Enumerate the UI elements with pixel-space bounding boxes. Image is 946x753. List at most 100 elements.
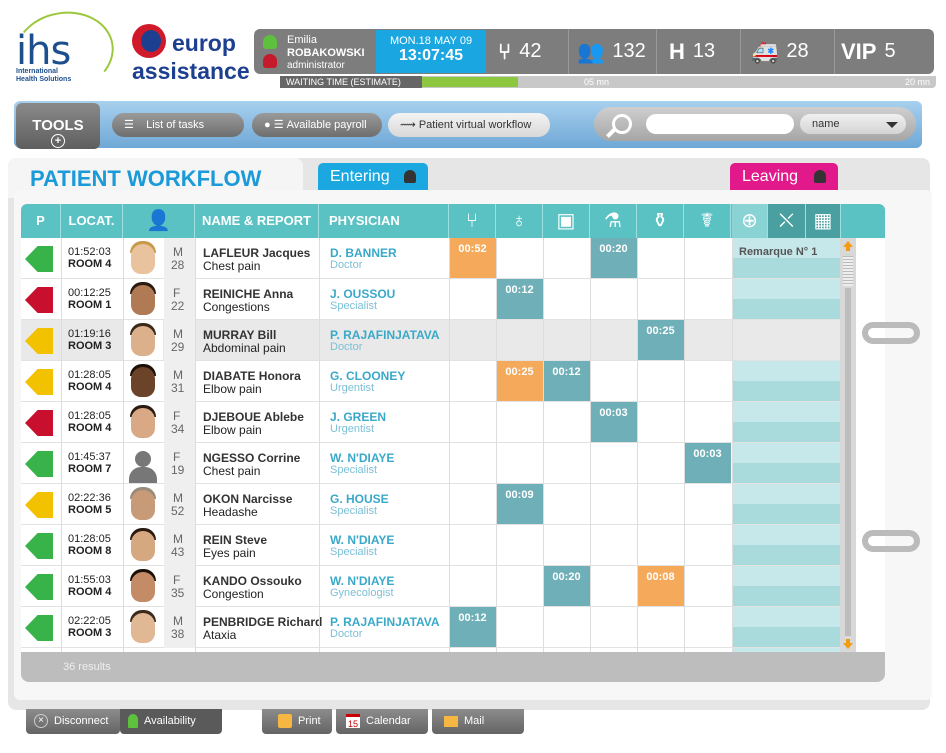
print-button[interactable]: Print [262,709,332,734]
room: ROOM 4 [68,422,112,434]
availability-button[interactable]: Availability [120,709,222,734]
workflow-time-cell[interactable]: 00:20 [543,566,590,606]
first-aid-icon[interactable]: ⊕ [732,204,768,238]
elapsed-time: 01:19:16 [68,328,111,340]
lab-icon[interactable]: ⚱ [637,204,684,238]
waiting-time-max: 20 mn [904,77,930,87]
table-row[interactable]: 01:52:03 ROOM 4 M 28 LAFLEUR Jacques Che… [21,238,841,279]
elapsed-time: 01:28:05 [68,410,111,422]
tools-button[interactable]: TOOLS + [16,103,100,149]
mail-button[interactable]: Mail [432,709,524,734]
stat-ambulance[interactable]: 🚑 28 [740,29,832,74]
disconnect-button[interactable]: × Disconnect [26,709,120,734]
calculator-icon[interactable]: ▦ [806,204,841,238]
column-physician[interactable]: PHYSICIAN [319,204,449,238]
patient-name[interactable]: MURRAY Bill [203,328,276,342]
date-time: MON.18 MAY 09 13:07:45 [376,30,486,73]
table-footer: 36 results [21,652,885,682]
workflow-time-cell[interactable]: 00:03 [684,443,731,483]
physician-name[interactable]: G. HOUSE [330,492,389,506]
stat-hospital[interactable]: H 13 [656,29,738,74]
physician-role: Urgentist [330,423,375,435]
column-priority[interactable]: P [21,204,61,238]
scroll-down-icon[interactable] [843,639,853,649]
stat-vip[interactable]: VIP 5 [834,29,934,74]
patient-name[interactable]: DIABATE Honora [203,369,301,383]
available-payroll-button[interactable]: ● ☰ Available payroll [252,113,382,137]
remark[interactable]: Remarque N° 1 [739,246,817,258]
avatar [123,607,163,647]
stretcher-icon[interactable]: ⛌ [768,204,806,238]
workflow-time-cell[interactable]: 00:20 [590,238,637,278]
physician-name[interactable]: P. RAJAFINJATAVA [330,615,440,629]
physician-name[interactable]: J. OUSSOU [330,287,395,301]
workflow-time-cell[interactable]: 00:52 [449,238,496,278]
user-info[interactable]: Emilia ROBAKOWSKI administrator [259,32,375,72]
column-patient-photo[interactable]: 👤 [123,204,195,238]
physician-name[interactable]: W. N'DIAYE [330,451,394,465]
consultation-icon[interactable]: ⑂ [449,204,496,238]
scrollbar[interactable] [840,238,856,652]
table-row[interactable]: 02:22:36 ROOM 5 M 52 OKON Narcisse Heada… [21,484,841,525]
waiting-time-bar: WAITING TIME (ESTIMATE) 05 mn 20 mn [280,76,936,88]
workflow-time-cell[interactable]: 00:25 [496,361,543,401]
physician-name[interactable]: W. N'DIAYE [330,533,394,547]
calendar-icon: 15 [346,714,360,729]
workflow-time-cell[interactable]: 00:08 [637,566,684,606]
scroll-up-icon[interactable] [843,241,853,251]
physician-name[interactable]: G. CLOONEY [330,369,405,383]
availability-icon [128,714,138,729]
scroll-thumb[interactable] [843,256,853,286]
search-input[interactable] [646,114,794,134]
table-row[interactable]: 01:19:16 ROOM 3 M 29 MURRAY Bill Abdomin… [21,320,841,361]
calendar-button[interactable]: 15 Calendar [336,709,428,734]
patient-name[interactable]: DJEBOUE Ablebe [203,410,304,424]
workflow-time-cell[interactable]: 00:12 [449,607,496,647]
waiting-icon: ⑂ [498,38,512,64]
workflow-time-cell[interactable]: 00:09 [496,484,543,524]
current-time: 13:07:45 [398,47,464,64]
patient-name[interactable]: LAFLEUR Jacques [203,246,310,260]
table-row[interactable]: 02:22:05 ROOM 3 M 38 PENBRIDGE Richard A… [21,607,841,648]
workflow-time-cell[interactable]: 00:12 [496,279,543,319]
leaving-tab[interactable]: Leaving [730,163,838,190]
workflow-time-cell[interactable]: 00:03 [590,402,637,442]
table-row[interactable]: 01:28:05 ROOM 8 M 43 REIN Steve Eyes pai… [21,525,841,566]
stat-patients[interactable]: 👥 132 [568,29,654,74]
stethoscope-icon[interactable]: ♁ [496,204,543,238]
patient-virtual-workflow-button[interactable]: ⟿ Patient virtual workflow [388,113,550,137]
patient-name[interactable]: OKON Narcisse [203,492,292,506]
workflow-time-cell[interactable]: 00:25 [637,320,684,360]
table-row[interactable]: 01:55:03 ROOM 4 F 35 KANDO Ossouko Conge… [21,566,841,607]
table-row[interactable]: 00:12:25 ROOM 1 F 22 REINICHE Anna Conge… [21,279,841,320]
search-field-select[interactable]: name [800,114,906,134]
workflow-time-cell[interactable]: 00:12 [543,361,590,401]
physician-name[interactable]: W. N'DIAYE [330,574,394,588]
table-row[interactable]: 01:28:05 ROOM 4 F 34 DJEBOUE Ablebe Elbo… [21,402,841,443]
close-icon: × [34,714,48,729]
patient-name[interactable]: REIN Steve [203,533,267,547]
patient-sex: M [173,614,183,628]
patient-name[interactable]: KANDO Ossouko [203,574,302,588]
pharmacy-icon[interactable]: ☤ [684,204,731,238]
entering-tab[interactable]: Entering [318,163,428,190]
patient-name[interactable]: REINICHE Anna [203,287,293,301]
scanner-icon[interactable]: ▣ [543,204,590,238]
microscope-icon[interactable]: ⚗ [590,204,637,238]
table-row[interactable]: 01:28:05 ROOM 4 M 31 DIABATE Honora Elbo… [21,361,841,402]
user-role-icon [263,54,277,68]
physician-name[interactable]: D. BANNER [330,246,397,260]
patient-report: Ataxia [203,628,237,642]
stat-waiting[interactable]: ⑂ 42 [490,29,566,74]
table-row[interactable]: 01:45:37 ROOM 7 F 19 NGESSO Corrine Ches… [21,443,841,484]
search-icon[interactable] [612,114,632,134]
patient-name[interactable]: NGESSO Corrine [203,451,300,465]
physician-role: Doctor [330,341,363,353]
ambulance-icon: 🚑 [751,38,779,64]
patient-name[interactable]: PENBRIDGE Richard [203,615,322,629]
column-location[interactable]: LOCAT. [61,204,123,238]
column-name-report[interactable]: NAME & REPORT [195,204,319,238]
list-of-tasks-button[interactable]: ☰ List of tasks [112,113,244,137]
physician-name[interactable]: J. GREEN [330,410,386,424]
physician-name[interactable]: P. RAJAFINJATAVA [330,328,440,342]
